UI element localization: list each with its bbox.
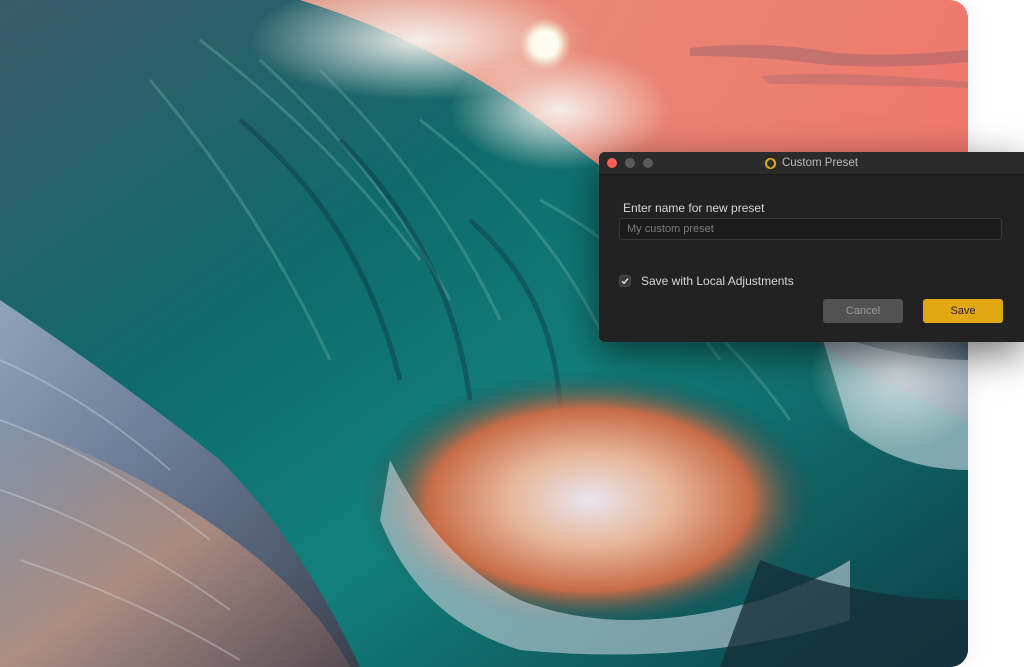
local-adjustments-label: Save with Local Adjustments (641, 274, 794, 288)
app-stage: Custom Preset Enter name for new preset … (0, 0, 1024, 667)
checkmark-icon (621, 278, 629, 285)
preset-name-input[interactable] (619, 218, 1002, 240)
local-adjustments-checkbox[interactable] (619, 275, 631, 287)
dialog-title-group: Custom Preset (599, 152, 1024, 174)
aperture-logo-icon (764, 157, 776, 169)
save-button[interactable]: Save (923, 299, 1003, 323)
preset-name-label: Enter name for new preset (623, 201, 765, 215)
dialog-title: Custom Preset (781, 157, 859, 169)
custom-preset-dialog: Custom Preset Enter name for new preset … (599, 152, 1024, 342)
dialog-titlebar: Custom Preset (599, 152, 1024, 175)
cancel-button[interactable]: Cancel (823, 299, 903, 323)
local-adjustments-option[interactable]: Save with Local Adjustments (619, 274, 794, 288)
